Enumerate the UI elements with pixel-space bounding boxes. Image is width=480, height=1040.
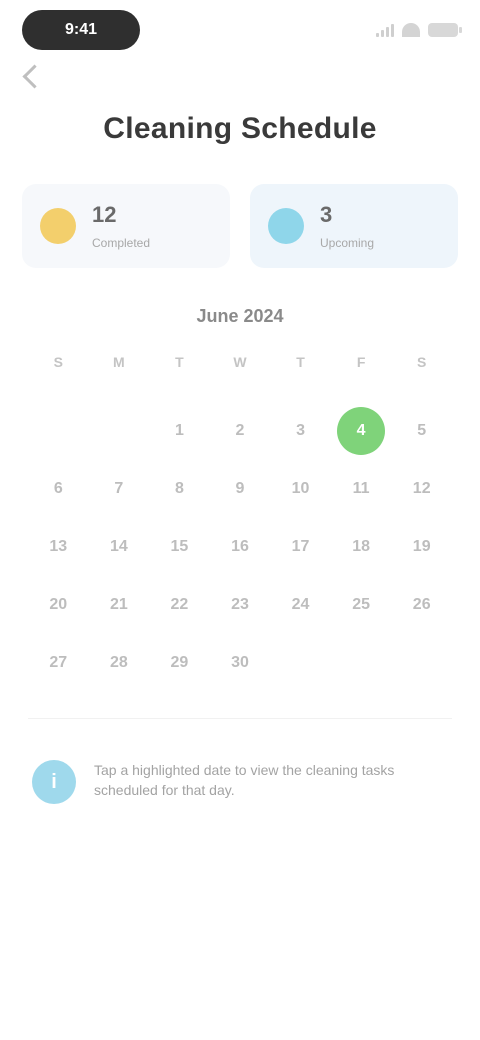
weekday-label: S <box>53 354 63 370</box>
weekday-label: T <box>296 354 305 370</box>
calendar-day[interactable]: 22 <box>149 576 210 634</box>
calendar-day-number: 10 <box>291 480 310 497</box>
calendar-day-number: 26 <box>412 596 431 613</box>
calendar-day[interactable]: 25 <box>331 576 392 634</box>
calendar-day[interactable]: 12 <box>391 460 452 518</box>
calendar-day[interactable]: 18 <box>331 518 392 576</box>
calendar-empty-cell <box>89 402 150 460</box>
battery-icon <box>428 23 462 37</box>
calendar-day-number: 21 <box>109 596 128 613</box>
wifi-icon <box>402 23 420 37</box>
calendar-day[interactable]: 19 <box>391 518 452 576</box>
calendar-day[interactable]: 16 <box>210 518 271 576</box>
calendar-day-number: 18 <box>352 538 371 555</box>
info-icon: i <box>32 760 76 804</box>
weekday-label: W <box>233 354 247 370</box>
calendar-day-number: 4 <box>337 407 386 455</box>
calendar-day[interactable]: 9 <box>210 460 271 518</box>
app-screen: 9:41 Cleaning Schedule 12 Completed 3 Up… <box>0 0 480 1040</box>
calendar-day-selected[interactable]: 4 <box>331 402 392 460</box>
calendar-day-number: 12 <box>412 480 431 497</box>
calendar-day-number: 7 <box>114 480 124 497</box>
month-label: June 2024 <box>196 306 284 326</box>
calendar-day-number: 6 <box>53 480 63 497</box>
calendar-day[interactable]: 3 <box>270 402 331 460</box>
weekday-label: T <box>175 354 184 370</box>
summary-cards: 12 Completed 3 Upcoming <box>22 184 458 268</box>
calendar-day-number: 24 <box>291 596 310 613</box>
status-bar: 9:41 <box>0 0 480 64</box>
calendar-day[interactable]: 13 <box>28 518 89 576</box>
calendar-day[interactable]: 26 <box>391 576 452 634</box>
calendar-day[interactable]: 8 <box>149 460 210 518</box>
divider <box>28 718 452 719</box>
calendar-day-number: 2 <box>235 422 245 439</box>
calendar-day-number: 19 <box>412 538 431 555</box>
calendar-day-number: 3 <box>296 422 306 439</box>
calendar-day[interactable]: 30 <box>210 634 271 692</box>
completed-label: Completed <box>92 236 151 250</box>
calendar-day-number: 25 <box>352 596 371 613</box>
calendar-day[interactable]: 1 <box>149 402 210 460</box>
calendar-day[interactable]: 14 <box>89 518 150 576</box>
calendar-day-number: 17 <box>291 538 310 555</box>
calendar-day[interactable]: 20 <box>28 576 89 634</box>
calendar-day-number: 29 <box>170 654 189 671</box>
calendar-grid: 1 2 3 4 5 6 7 8 9 10 11 12 13 14 15 16 17 18 19 20 21 22 23 24 2… <box>28 402 452 692</box>
calendar-day-number: 9 <box>235 480 245 497</box>
calendar-day-number: 14 <box>109 538 128 555</box>
calendar-day[interactable]: 27 <box>28 634 89 692</box>
calendar-day[interactable]: 6 <box>28 460 89 518</box>
calendar-day[interactable]: 21 <box>89 576 150 634</box>
calendar-day-number: 28 <box>109 654 128 671</box>
calendar-day-number: 27 <box>49 654 68 671</box>
summary-card-upcoming[interactable]: 3 Upcoming <box>250 184 458 268</box>
calendar-day-number: 30 <box>231 654 249 671</box>
page-title: Cleaning Schedule <box>103 112 377 145</box>
weekday-label: S <box>417 354 427 370</box>
signal-icon <box>376 23 394 37</box>
calendar-day[interactable]: 23 <box>210 576 271 634</box>
calendar-day-number: 16 <box>231 538 249 555</box>
calendar-day-number: 23 <box>231 596 249 613</box>
upcoming-label: Upcoming <box>320 236 375 250</box>
calendar-day[interactable]: 7 <box>89 460 150 518</box>
calendar-day[interactable]: 5 <box>391 402 452 460</box>
calendar-day-number: 20 <box>49 596 68 613</box>
time-pill: 9:41 <box>22 10 140 50</box>
info-note: i Tap a highlighted date to view the cle… <box>28 752 452 816</box>
calendar-day-number: 22 <box>170 596 189 613</box>
completed-value: 12 <box>92 202 117 227</box>
calendar-day-number: 8 <box>174 480 184 497</box>
weekday-header: SMTWTFS <box>28 354 452 378</box>
calendar-day[interactable]: 10 <box>270 460 331 518</box>
upcoming-dot-icon <box>268 208 304 244</box>
calendar-day-number: 15 <box>170 538 189 555</box>
summary-card-completed[interactable]: 12 Completed <box>22 184 230 268</box>
calendar-day-number: 13 <box>49 538 68 555</box>
calendar-day-number: 5 <box>417 422 427 439</box>
calendar-day[interactable]: 17 <box>270 518 331 576</box>
calendar-day[interactable]: 15 <box>149 518 210 576</box>
info-note-text: Tap a highlighted date to view the clean… <box>94 762 395 798</box>
completed-dot-icon <box>40 208 76 244</box>
calendar-day[interactable]: 29 <box>149 634 210 692</box>
calendar-day[interactable]: 11 <box>331 460 392 518</box>
status-icons <box>358 18 462 42</box>
back-icon[interactable] <box>22 64 47 89</box>
calendar-day[interactable]: 2 <box>210 402 271 460</box>
calendar-day[interactable]: 28 <box>89 634 150 692</box>
weekday-label: F <box>356 354 366 370</box>
upcoming-value: 3 <box>320 202 333 227</box>
weekday-label: M <box>113 354 125 370</box>
calendar-day-number: 1 <box>174 422 184 439</box>
calendar-day-number: 11 <box>352 480 370 497</box>
calendar-empty-cell <box>28 402 89 460</box>
calendar-day[interactable]: 24 <box>270 576 331 634</box>
